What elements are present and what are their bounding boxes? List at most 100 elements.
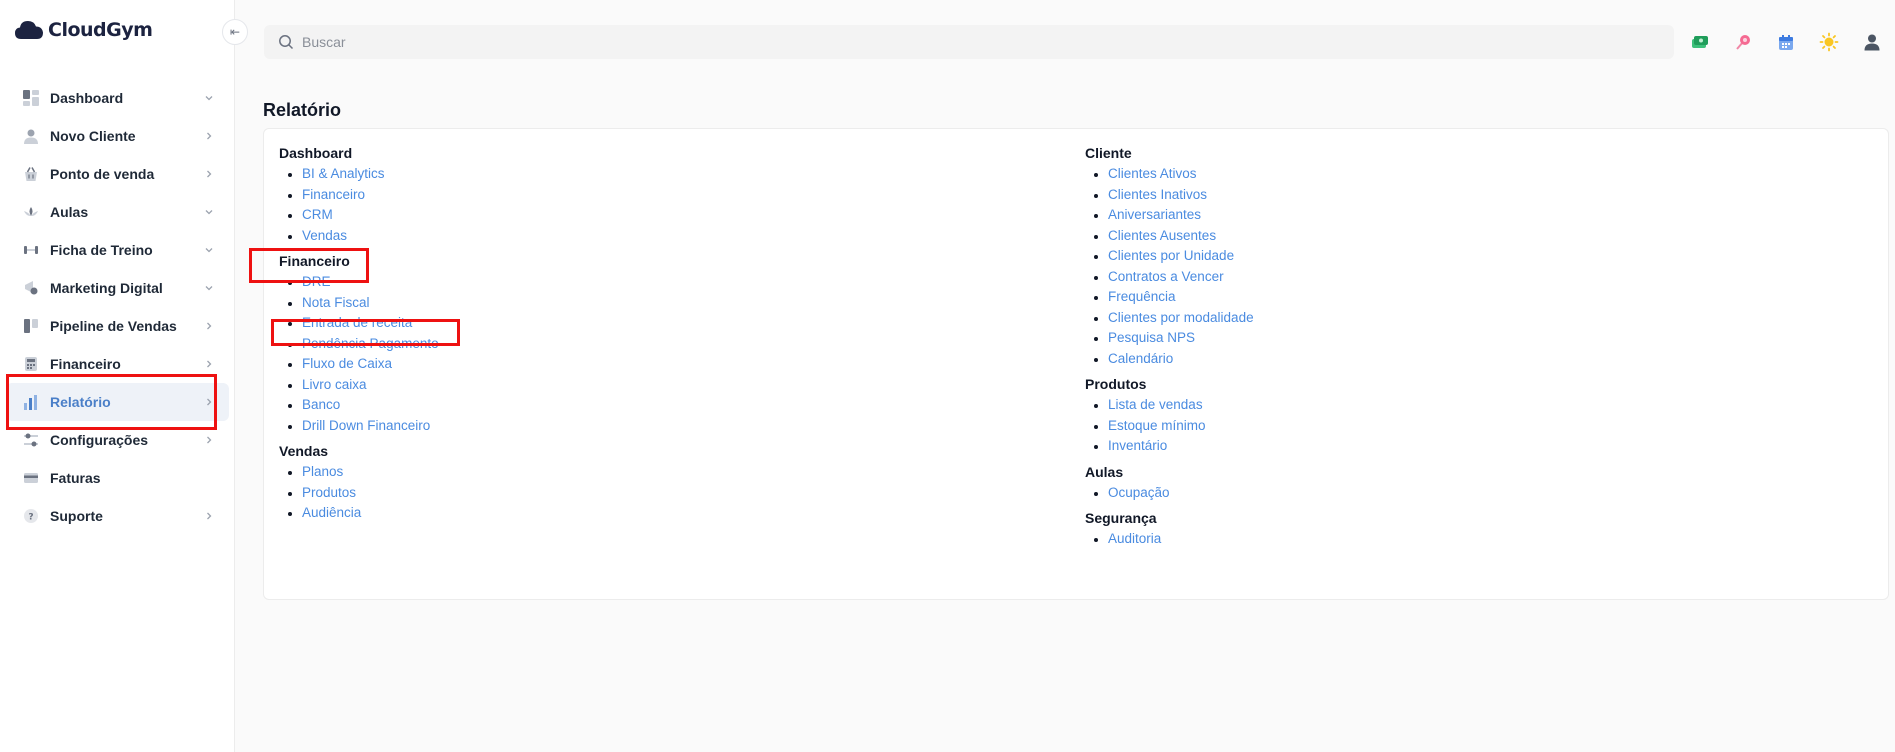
svg-text:?: ? bbox=[28, 513, 33, 523]
report-link-list: Auditoria bbox=[1085, 529, 1254, 550]
report-link[interactable]: Financeiro bbox=[279, 185, 439, 206]
report-link[interactable]: Clientes por Unidade bbox=[1085, 246, 1254, 267]
report-link[interactable]: Lista de vendas bbox=[1085, 395, 1254, 416]
credit-card-icon bbox=[22, 469, 40, 487]
report-link[interactable]: Produtos bbox=[279, 483, 439, 504]
app-logo[interactable]: CloudGym bbox=[14, 19, 153, 41]
highlight-box-entrada-receita bbox=[271, 319, 460, 346]
report-section-title: Aulas bbox=[1085, 463, 1124, 480]
sidebar-item-pipeline-de-vendas[interactable]: Pipeline de Vendas bbox=[6, 307, 229, 345]
report-link[interactable]: Clientes Ausentes bbox=[1085, 226, 1254, 247]
report-link[interactable]: Frequência bbox=[1085, 287, 1254, 308]
chevron-right-icon[interactable] bbox=[203, 434, 215, 446]
report-link[interactable]: Inventário bbox=[1085, 436, 1254, 457]
sidebar-item-label: Pipeline de Vendas bbox=[50, 318, 177, 334]
search-icon bbox=[279, 35, 294, 50]
megaphone-icon bbox=[22, 279, 40, 297]
collapse-left-icon[interactable]: ⇤ bbox=[222, 19, 248, 45]
chevron-down-icon[interactable] bbox=[203, 244, 215, 256]
chevron-right-icon[interactable] bbox=[203, 358, 215, 370]
sidebar-item-label: Aulas bbox=[50, 204, 89, 220]
report-link[interactable]: Auditoria bbox=[1085, 529, 1254, 550]
report-link[interactable]: Drill Down Financeiro bbox=[279, 416, 439, 437]
chevron-down-icon[interactable] bbox=[203, 206, 215, 218]
dashboard-icon bbox=[22, 89, 40, 107]
report-card: Dashboard BI & Analytics Financeiro CRM Vend… bbox=[263, 128, 1889, 600]
report-link[interactable]: Estoque mínimo bbox=[1085, 416, 1254, 437]
sidebar-nav: Dashboard Novo Cliente Ponto de venda Aulas… bbox=[0, 79, 235, 535]
report-link[interactable]: Pesquisa NPS bbox=[1085, 328, 1254, 349]
chevron-down-icon[interactable] bbox=[203, 282, 215, 294]
lotus-icon bbox=[22, 203, 40, 221]
report-column-right: Cliente Clientes Ativos Clientes Inativos A… bbox=[1085, 143, 1254, 555]
sidebar-item-marketing-digital[interactable]: Marketing Digital bbox=[6, 269, 229, 307]
report-link[interactable]: Vendas bbox=[279, 226, 439, 247]
help-icon: ? bbox=[22, 507, 40, 525]
sidebar-item-ponto-de-venda[interactable]: Ponto de venda bbox=[6, 155, 229, 193]
report-link[interactable]: Fluxo de Caixa bbox=[279, 354, 439, 375]
cloud-logo-icon bbox=[15, 21, 43, 39]
chevron-right-icon[interactable] bbox=[203, 168, 215, 180]
sidebar-item-dashboard[interactable]: Dashboard bbox=[6, 79, 229, 117]
calendar-icon[interactable] bbox=[1776, 32, 1796, 52]
search-input[interactable] bbox=[302, 34, 1602, 50]
report-link[interactable]: Audiência bbox=[279, 503, 439, 524]
report-section-title: Segurança bbox=[1085, 510, 1157, 526]
report-section-title: Cliente bbox=[1085, 145, 1132, 161]
sidebar-item-label: Faturas bbox=[50, 470, 101, 486]
report-link[interactable]: Ocupação bbox=[1085, 483, 1254, 504]
sidebar-item-label: Dashboard bbox=[50, 90, 124, 106]
report-link[interactable]: Contratos a Vencer bbox=[1085, 267, 1254, 288]
report-link-list: Ocupação bbox=[1085, 483, 1254, 504]
sidebar-item-label: Ponto de venda bbox=[50, 166, 155, 182]
report-link[interactable]: Calendário bbox=[1085, 349, 1254, 370]
report-link[interactable]: Clientes Inativos bbox=[1085, 185, 1254, 206]
sidebar-item-label: Novo Cliente bbox=[50, 128, 136, 144]
sidebar-item-label: Marketing Digital bbox=[50, 280, 163, 296]
report-link[interactable]: Clientes Ativos bbox=[1085, 164, 1254, 185]
report-link[interactable]: Nota Fiscal bbox=[279, 293, 439, 314]
report-section-title: Produtos bbox=[1085, 376, 1147, 392]
report-link[interactable]: Aniversariantes bbox=[1085, 205, 1254, 226]
chevron-right-icon[interactable] bbox=[203, 130, 215, 142]
page-title: Relatório bbox=[263, 100, 342, 120]
sliders-icon bbox=[22, 431, 40, 449]
chevron-right-icon[interactable] bbox=[203, 510, 215, 522]
sidebar-item-ficha-de-treino[interactable]: Ficha de Treino bbox=[6, 231, 229, 269]
pin-icon[interactable] bbox=[1733, 32, 1753, 52]
report-link-list: BI & Analytics Financeiro CRM Vendas bbox=[279, 164, 439, 246]
report-link-list: Clientes Ativos Clientes Inativos Aniversa… bbox=[1085, 164, 1254, 369]
report-link[interactable]: BI & Analytics bbox=[279, 164, 439, 185]
account-icon[interactable] bbox=[1862, 32, 1882, 52]
basket-icon bbox=[22, 165, 40, 183]
highlight-box-relatorio-nav bbox=[6, 374, 217, 430]
pipeline-icon bbox=[22, 317, 40, 335]
highlight-box-financeiro-section bbox=[249, 248, 369, 283]
sun-icon[interactable] bbox=[1819, 32, 1839, 52]
header-actions bbox=[1690, 32, 1882, 52]
report-link[interactable]: CRM bbox=[279, 205, 439, 226]
search-bar[interactable] bbox=[264, 25, 1674, 59]
report-link-list: DRE Nota Fiscal Entrada de receita Pendênci… bbox=[279, 272, 439, 436]
chevron-down-icon[interactable] bbox=[203, 92, 215, 104]
report-link[interactable]: Clientes por modalidade bbox=[1085, 308, 1254, 329]
sidebar-item-label: Ficha de Treino bbox=[50, 242, 153, 258]
report-link[interactable]: Banco bbox=[279, 395, 439, 416]
sidebar-item-faturas[interactable]: Faturas bbox=[6, 459, 229, 497]
report-section-title: Vendas bbox=[279, 443, 329, 459]
report-link-list: Planos Produtos Audiência bbox=[279, 462, 439, 524]
sidebar-item-label: Configurações bbox=[50, 432, 149, 448]
app-name: CloudGym bbox=[48, 19, 153, 41]
sidebar-item-label: Financeiro bbox=[50, 356, 121, 372]
report-link[interactable]: Planos bbox=[279, 462, 439, 483]
money-icon[interactable] bbox=[1690, 32, 1710, 52]
sidebar-item-novo-cliente[interactable]: Novo Cliente bbox=[6, 117, 229, 155]
report-link-list: Lista de vendas Estoque mínimo Inventário bbox=[1085, 395, 1254, 457]
sidebar-item-label: Suporte bbox=[50, 508, 103, 524]
user-icon bbox=[22, 127, 40, 145]
report-section-title: Dashboard bbox=[279, 145, 353, 161]
sidebar-item-aulas[interactable]: Aulas bbox=[6, 193, 229, 231]
sidebar-item-suporte[interactable]: ? Suporte bbox=[6, 497, 229, 535]
report-link[interactable]: Livro caixa bbox=[279, 375, 439, 396]
chevron-right-icon[interactable] bbox=[203, 320, 215, 332]
